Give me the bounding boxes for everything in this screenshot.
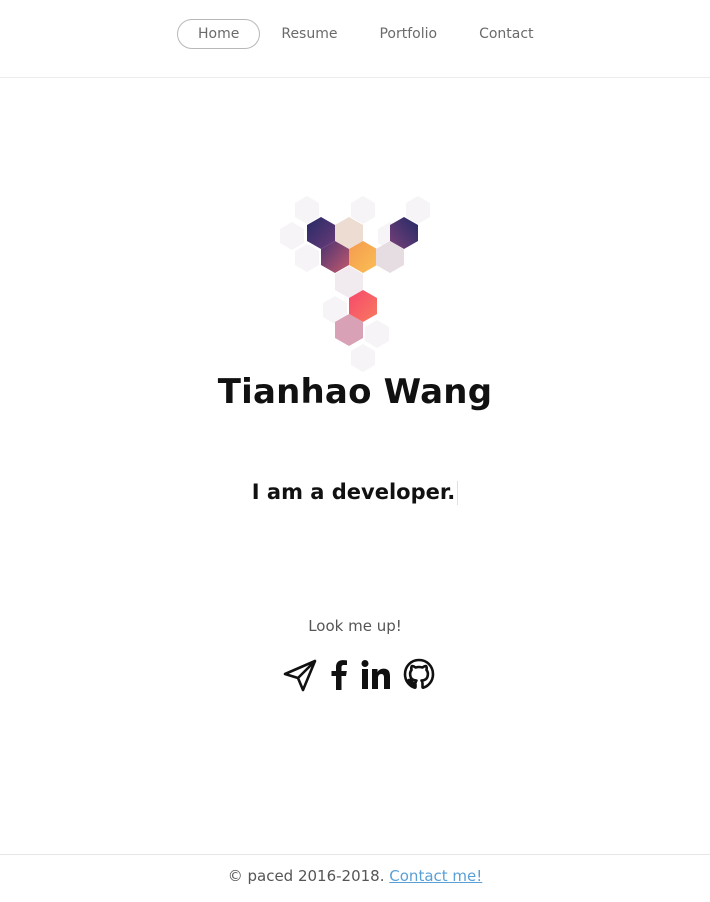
nav-item-home[interactable]: Home <box>177 19 261 49</box>
nav-item-contact[interactable]: Contact <box>458 19 554 49</box>
footer-text: © paced 2016-2018. Contact me! <box>0 867 710 885</box>
footer-copyright: © paced 2016-2018. <box>227 867 385 885</box>
hero-tagline: I am a developer. <box>251 480 456 504</box>
footer: © paced 2016-2018. Contact me! <box>0 854 710 902</box>
hexagon-logo <box>280 196 430 372</box>
social-prompt: Look me up! <box>308 617 402 635</box>
facebook-icon[interactable] <box>328 657 350 693</box>
paper-plane-icon[interactable] <box>282 657 318 693</box>
social-links <box>282 655 435 695</box>
hero-tagline-line: I am a developer. <box>0 480 710 505</box>
footer-contact-link[interactable]: Contact me! <box>389 867 482 885</box>
nav-item-portfolio[interactable]: Portfolio <box>358 19 458 49</box>
nav-item-resume[interactable]: Resume <box>260 19 358 49</box>
hero-name: Tianhao Wang <box>217 372 493 412</box>
page: Home Resume Portfolio Contact Tianhao Wa… <box>0 0 710 902</box>
top-navbar: Home Resume Portfolio Contact <box>0 0 710 78</box>
github-icon[interactable] <box>402 657 436 693</box>
linkedin-icon[interactable] <box>360 657 392 693</box>
typing-caret <box>457 481 459 505</box>
nav-list: Home Resume Portfolio Contact <box>177 19 555 49</box>
